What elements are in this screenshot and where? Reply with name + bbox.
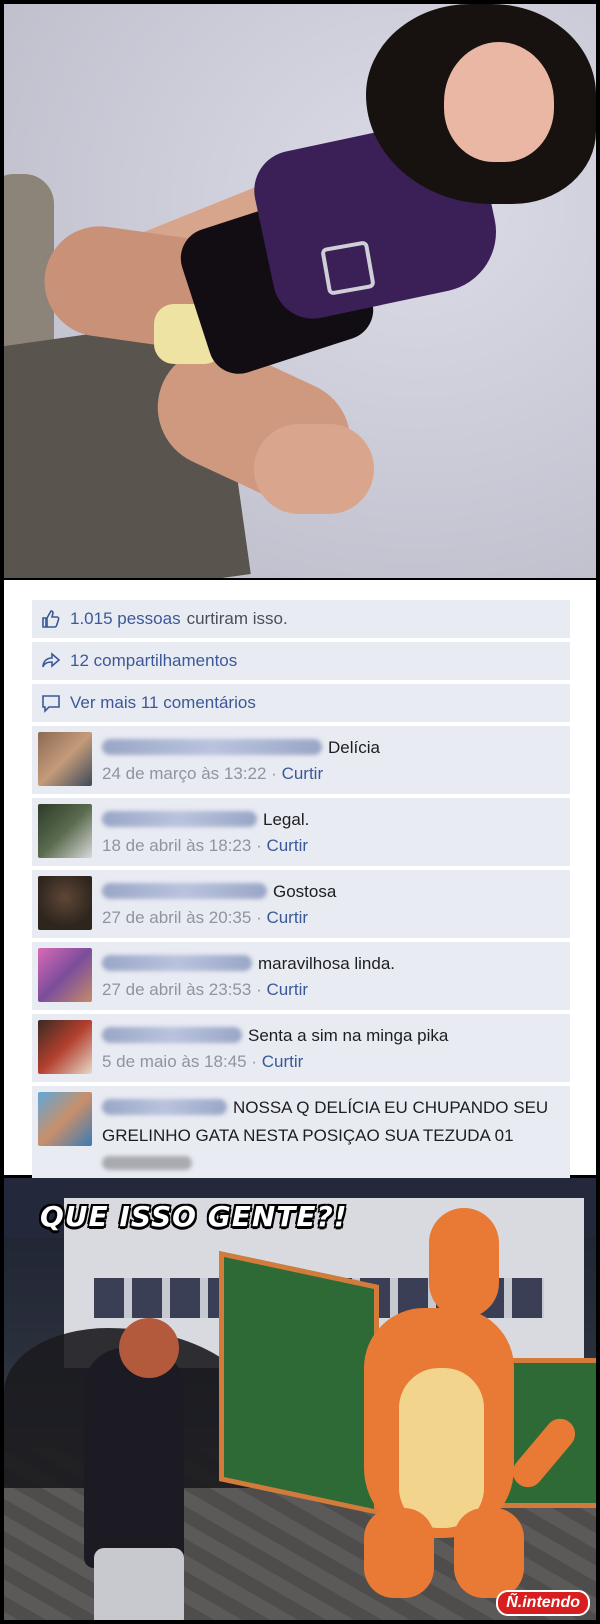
commenter-name-blurred[interactable] [102, 1027, 242, 1043]
comment-timestamp[interactable]: 27 de abril às 20:35 [102, 908, 251, 927]
comment-body: Senta a sim na minga pika [248, 1026, 449, 1045]
commenter-name-blurred[interactable] [102, 739, 322, 755]
charizard-belly [399, 1368, 484, 1528]
comment-item: Gostosa 27 de abril às 20:35 · Curtir [32, 870, 570, 938]
comment-timestamp[interactable]: 18 de abril às 18:23 [102, 836, 251, 855]
charizard-leg [454, 1508, 524, 1598]
comment-meta: 27 de abril às 20:35 · Curtir [102, 908, 309, 927]
comment-bubble-icon [40, 692, 62, 714]
share-arrow-icon [40, 650, 62, 672]
comment-text: Delícia [102, 734, 560, 762]
face [444, 42, 554, 162]
comment-timestamp[interactable]: 24 de março às 13:22 [102, 764, 266, 783]
comment-item: Senta a sim na minga pika 5 de maio às 1… [32, 1014, 570, 1082]
avatar[interactable] [38, 1020, 92, 1074]
belt-buckle [320, 240, 376, 296]
hand [254, 424, 374, 514]
facebook-comments-panel: 1.015 pessoas curtiram isso. 12 comparti… [4, 580, 596, 1182]
likes-suffix: curtiram isso. [186, 609, 288, 628]
likes-row[interactable]: 1.015 pessoas curtiram isso. [32, 600, 570, 638]
comment-text: maravilhosa linda. [102, 950, 560, 978]
comment-text: NOSSA Q DELÍCIA EU CHUPANDO SEU GRELINHO… [102, 1094, 560, 1178]
meme-caption: QUE ISSO GENTE?! [40, 1200, 348, 1233]
person-hair [119, 1318, 179, 1378]
shares-link[interactable]: 12 compartilhamentos [70, 651, 237, 671]
commenter-name-blurred[interactable] [102, 883, 267, 899]
avatar[interactable] [38, 732, 92, 786]
comment-meta: 5 de maio às 18:45 · Curtir [102, 1052, 304, 1071]
like-comment-button[interactable]: Curtir [266, 908, 308, 927]
comment-body: Legal. [263, 810, 310, 829]
top-photo [4, 4, 596, 578]
more-comments-link[interactable]: Ver mais 11 comentários [70, 693, 256, 713]
person-legs [94, 1548, 184, 1620]
comment-item: NOSSA Q DELÍCIA EU CHUPANDO SEU GRELINHO… [32, 1086, 570, 1182]
comment-body: Delícia [328, 738, 380, 757]
comment-text: Legal. [102, 806, 560, 834]
avatar[interactable] [38, 804, 92, 858]
blurred-number [102, 1156, 192, 1170]
comment-timestamp[interactable]: 5 de maio às 18:45 [102, 1052, 247, 1071]
comment-text: Gostosa [102, 878, 560, 906]
commenter-name-blurred[interactable] [102, 1099, 227, 1115]
like-comment-button[interactable]: Curtir [282, 764, 324, 783]
shares-row[interactable]: 12 compartilhamentos [32, 642, 570, 680]
more-comments-row[interactable]: Ver mais 11 comentários [32, 684, 570, 722]
likes-count[interactable]: 1.015 pessoas [70, 609, 181, 629]
comment-text: Senta a sim na minga pika [102, 1022, 560, 1050]
comment-meta: 24 de março às 13:22 · Curtir [102, 764, 324, 783]
charizard-head [429, 1208, 499, 1318]
comment-meta: 18 de abril às 18:23 · Curtir [102, 836, 309, 855]
thumbs-up-icon [40, 608, 62, 630]
comment-item: maravilhosa linda. 27 de abril às 23:53 … [32, 942, 570, 1010]
nintendo-parody-logo: Ñ.intendo [496, 1590, 590, 1616]
avatar[interactable] [38, 948, 92, 1002]
like-comment-button[interactable]: Curtir [266, 836, 308, 855]
person [84, 1348, 184, 1568]
avatar[interactable] [38, 876, 92, 930]
commenter-name-blurred[interactable] [102, 955, 252, 971]
like-comment-button[interactable]: Curtir [266, 980, 308, 999]
comment-timestamp[interactable]: 27 de abril às 23:53 [102, 980, 251, 999]
comment-meta: 27 de abril às 23:53 · Curtir [102, 980, 309, 999]
charizard-wing [219, 1250, 379, 1516]
comment-item: Delícia 24 de março às 13:22 · Curtir [32, 726, 570, 794]
like-comment-button[interactable]: Curtir [262, 1052, 304, 1071]
comment-body: Gostosa [273, 882, 337, 901]
meme-photo: QUE ISSO GENTE?! Ñ.intendo [4, 1178, 596, 1620]
charizard-leg [364, 1508, 434, 1598]
facebook-feed: 1.015 pessoas curtiram isso. 12 comparti… [32, 600, 570, 1186]
avatar[interactable] [38, 1092, 92, 1146]
comment-body: maravilhosa linda. [258, 954, 396, 973]
commenter-name-blurred[interactable] [102, 811, 257, 827]
comment-item: Legal. 18 de abril às 18:23 · Curtir [32, 798, 570, 866]
